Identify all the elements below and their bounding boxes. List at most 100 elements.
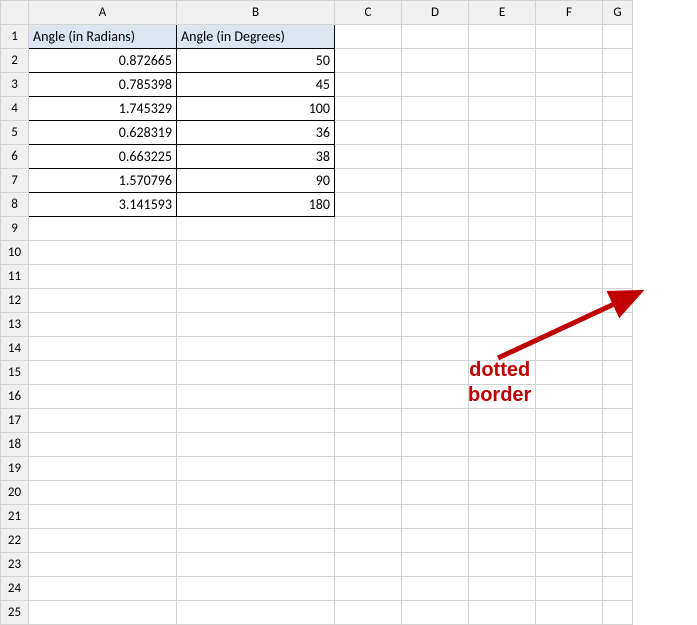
cell-E7[interactable] xyxy=(469,169,536,193)
cell-G13[interactable] xyxy=(603,313,633,337)
cell-C13[interactable] xyxy=(335,313,402,337)
cell-G3[interactable] xyxy=(603,73,633,97)
cell-B22[interactable] xyxy=(177,529,335,553)
cell-A22[interactable] xyxy=(29,529,177,553)
cell-G21[interactable] xyxy=(603,505,633,529)
cell-B1[interactable]: Angle (in Degrees) xyxy=(177,25,335,49)
cell-D4[interactable] xyxy=(402,97,469,121)
cell-D21[interactable] xyxy=(402,505,469,529)
cell-F2[interactable] xyxy=(536,49,603,73)
cell-D2[interactable] xyxy=(402,49,469,73)
row-header-8[interactable]: 8 xyxy=(1,193,29,217)
cell-C20[interactable] xyxy=(335,481,402,505)
cell-D8[interactable] xyxy=(402,193,469,217)
cell-C21[interactable] xyxy=(335,505,402,529)
cell-D10[interactable] xyxy=(402,241,469,265)
cell-A17[interactable] xyxy=(29,409,177,433)
cell-F19[interactable] xyxy=(536,457,603,481)
cell-A25[interactable] xyxy=(29,601,177,625)
cell-D6[interactable] xyxy=(402,145,469,169)
cell-F18[interactable] xyxy=(536,433,603,457)
col-header-B[interactable]: B xyxy=(177,1,335,25)
cell-A18[interactable] xyxy=(29,433,177,457)
cell-B19[interactable] xyxy=(177,457,335,481)
cell-D11[interactable] xyxy=(402,265,469,289)
row-header-7[interactable]: 7 xyxy=(1,169,29,193)
cell-B18[interactable] xyxy=(177,433,335,457)
cell-F5[interactable] xyxy=(536,121,603,145)
row-header-11[interactable]: 11 xyxy=(1,265,29,289)
cell-B5[interactable]: 36 xyxy=(177,121,335,145)
cell-G25[interactable] xyxy=(603,601,633,625)
row-header-4[interactable]: 4 xyxy=(1,97,29,121)
cell-G15[interactable] xyxy=(603,361,633,385)
cell-F3[interactable] xyxy=(536,73,603,97)
cell-C25[interactable] xyxy=(335,601,402,625)
row-header-5[interactable]: 5 xyxy=(1,121,29,145)
cell-E5[interactable] xyxy=(469,121,536,145)
cell-F6[interactable] xyxy=(536,145,603,169)
cell-E4[interactable] xyxy=(469,97,536,121)
cell-F24[interactable] xyxy=(536,577,603,601)
cell-G22[interactable] xyxy=(603,529,633,553)
spreadsheet-grid[interactable]: A B C D E F G 1 Angle (in Radians) Angle… xyxy=(0,0,633,625)
cell-G14[interactable] xyxy=(603,337,633,361)
col-header-A[interactable]: A xyxy=(29,1,177,25)
cell-D20[interactable] xyxy=(402,481,469,505)
cell-B9[interactable] xyxy=(177,217,335,241)
cell-D16[interactable] xyxy=(402,385,469,409)
cell-G4[interactable] xyxy=(603,97,633,121)
cell-E3[interactable] xyxy=(469,73,536,97)
cell-A12[interactable] xyxy=(29,289,177,313)
cell-D5[interactable] xyxy=(402,121,469,145)
cell-G6[interactable] xyxy=(603,145,633,169)
cell-G2[interactable] xyxy=(603,49,633,73)
cell-E14[interactable] xyxy=(469,337,536,361)
cell-C1[interactable] xyxy=(335,25,402,49)
cell-B3[interactable]: 45 xyxy=(177,73,335,97)
row-header-18[interactable]: 18 xyxy=(1,433,29,457)
cell-C23[interactable] xyxy=(335,553,402,577)
cell-D23[interactable] xyxy=(402,553,469,577)
cell-A11[interactable] xyxy=(29,265,177,289)
cell-D14[interactable] xyxy=(402,337,469,361)
cell-D25[interactable] xyxy=(402,601,469,625)
cell-E8[interactable] xyxy=(469,193,536,217)
cell-F7[interactable] xyxy=(536,169,603,193)
cell-C16[interactable] xyxy=(335,385,402,409)
cell-E18[interactable] xyxy=(469,433,536,457)
cell-E19[interactable] xyxy=(469,457,536,481)
cell-G24[interactable] xyxy=(603,577,633,601)
cell-D18[interactable] xyxy=(402,433,469,457)
cell-C17[interactable] xyxy=(335,409,402,433)
cell-G23[interactable] xyxy=(603,553,633,577)
cell-A20[interactable] xyxy=(29,481,177,505)
cell-D3[interactable] xyxy=(402,73,469,97)
col-header-C[interactable]: C xyxy=(335,1,402,25)
cell-F13[interactable] xyxy=(536,313,603,337)
row-header-25[interactable]: 25 xyxy=(1,601,29,625)
cell-A10[interactable] xyxy=(29,241,177,265)
cell-A19[interactable] xyxy=(29,457,177,481)
cell-C7[interactable] xyxy=(335,169,402,193)
cell-G8[interactable] xyxy=(603,193,633,217)
cell-G11[interactable] xyxy=(603,265,633,289)
cell-E20[interactable] xyxy=(469,481,536,505)
cell-B16[interactable] xyxy=(177,385,335,409)
row-header-15[interactable]: 15 xyxy=(1,361,29,385)
cell-E1[interactable] xyxy=(469,25,536,49)
cell-E11[interactable] xyxy=(469,265,536,289)
row-header-17[interactable]: 17 xyxy=(1,409,29,433)
cell-A9[interactable] xyxy=(29,217,177,241)
cell-C5[interactable] xyxy=(335,121,402,145)
row-header-1[interactable]: 1 xyxy=(1,25,29,49)
cell-A15[interactable] xyxy=(29,361,177,385)
cell-D19[interactable] xyxy=(402,457,469,481)
cell-B4[interactable]: 100 xyxy=(177,97,335,121)
cell-G1[interactable] xyxy=(603,25,633,49)
cell-C15[interactable] xyxy=(335,361,402,385)
cell-C3[interactable] xyxy=(335,73,402,97)
cell-F17[interactable] xyxy=(536,409,603,433)
row-header-16[interactable]: 16 xyxy=(1,385,29,409)
cell-G9[interactable] xyxy=(603,217,633,241)
